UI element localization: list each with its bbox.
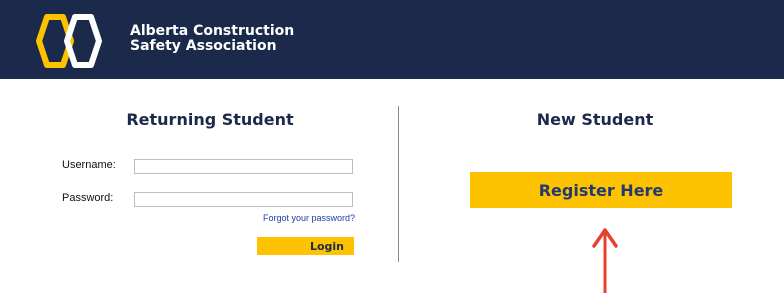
register-here-button[interactable]: Register Here bbox=[470, 172, 732, 208]
site-header: Alberta Construction Safety Association bbox=[0, 0, 784, 79]
login-button[interactable]: Login bbox=[257, 237, 354, 255]
username-label: Username: bbox=[62, 159, 116, 171]
forgot-password-link[interactable]: Forgot your password? bbox=[200, 213, 355, 223]
password-label: Password: bbox=[62, 192, 114, 204]
org-name-line1: Alberta Construction bbox=[130, 23, 295, 39]
new-student-title: New Student bbox=[536, 110, 654, 129]
returning-student-title: Returning Student bbox=[126, 110, 294, 129]
hexagon-logo-icon[interactable] bbox=[33, 14, 105, 68]
org-name-line2: Safety Association bbox=[130, 38, 277, 54]
username-input[interactable] bbox=[134, 159, 353, 174]
column-divider bbox=[398, 106, 399, 262]
organization-name: Alberta Construction Safety Association bbox=[130, 24, 294, 54]
up-arrow-icon bbox=[592, 228, 618, 293]
password-input[interactable] bbox=[134, 192, 353, 207]
